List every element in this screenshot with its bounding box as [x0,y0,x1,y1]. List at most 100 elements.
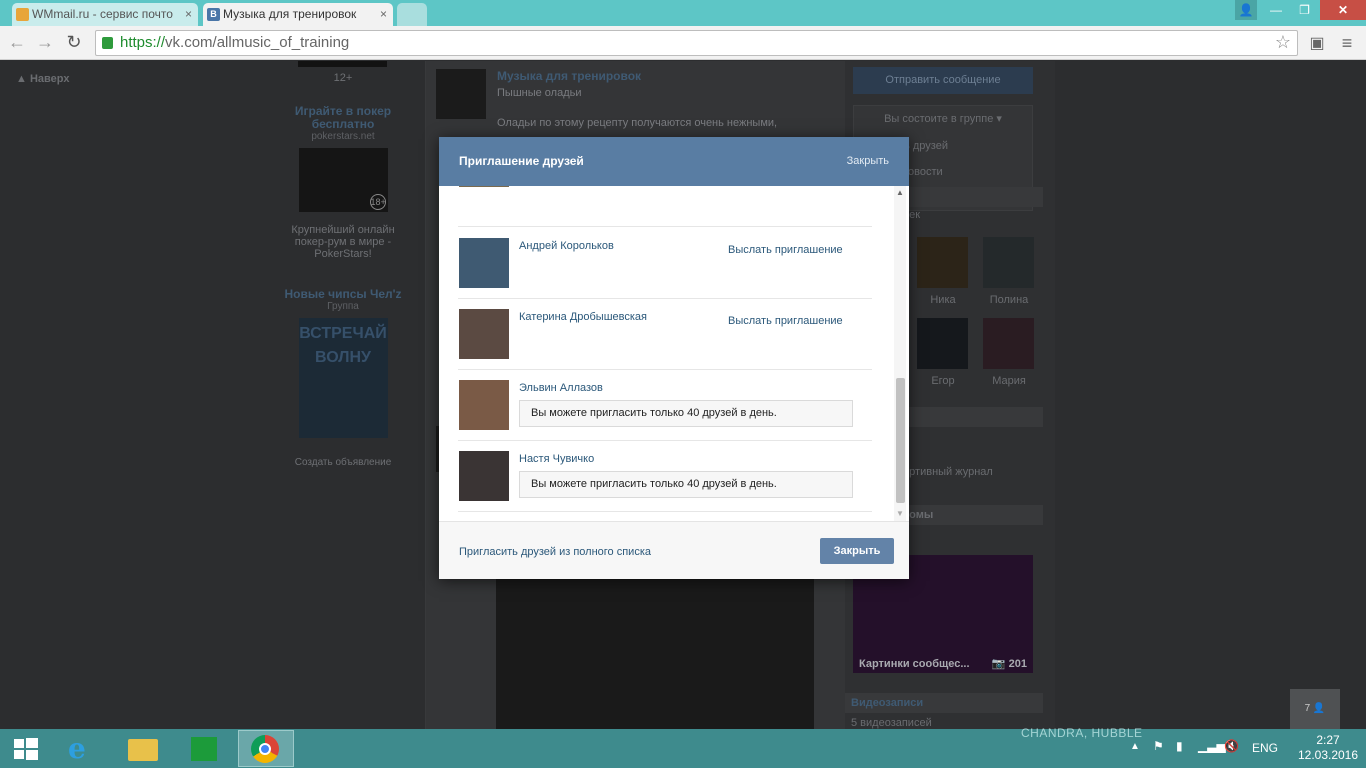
forward-arrow-icon[interactable]: → [34,32,56,54]
friend-name[interactable]: Эльвин Аллазов [519,382,603,394]
invite-limit-message: Вы можете пригласить только 40 друзей в … [519,400,853,427]
volume-muted-icon[interactable]: 🔇 [1224,739,1239,753]
clock-date: 12.03.2016 [1297,748,1359,762]
post-image[interactable] [496,579,814,729]
friend-egor[interactable]: Егор [917,318,969,387]
ad-title: Новые чипсы Чел'z [284,287,402,301]
friend-row: Эльвин Аллазов Вы можете пригласить толь… [458,370,872,441]
post-author[interactable]: Музыка для тренировок [497,69,641,83]
profile-icon[interactable]: 👤 [1235,0,1257,20]
close-button[interactable]: Закрыть [820,538,894,564]
dialog-close-link[interactable]: Закрыть [847,155,889,167]
browser-toolbar: ← → ↻ https://vk.com/allmusic_of_trainin… [0,26,1366,60]
scrollbar[interactable]: ▲ ▼ [894,186,906,521]
tab-vk-music[interactable]: В Музыка для тренировок × [203,3,393,26]
tab-close-icon[interactable]: × [185,3,192,25]
close-window-icon[interactable]: ✕ [1320,0,1366,20]
invite-friends-dialog: Приглашение друзей Закрыть Андрей Король… [439,137,909,579]
file-explorer-icon[interactable] [116,730,172,767]
tab-wmmail[interactable]: WMmail.ru - сервис почто × [12,3,198,26]
friend-maria[interactable]: Мария [983,318,1035,387]
friend-name: Полина [989,294,1029,306]
chips-image: ВСТРЕЧАЙ ВОЛНУ [298,318,388,438]
ad-subtitle: Группа [327,301,359,312]
internet-explorer-icon[interactable]: e [54,730,110,767]
friend-row: Катерина Дробышевская Выслать приглашени… [458,299,872,370]
friend-polina[interactable]: Полина [983,237,1035,306]
language-indicator[interactable]: ENG [1252,741,1278,755]
windows-taskbar: e ▲ ⚑ ▮ ▁▃▅ 🔇 ENG 2:27 12.03.2016 [0,729,1366,768]
ad-text: Крупнейший онлайн покер-рум в мире - Pok… [291,224,395,260]
scroll-down-arrow-icon[interactable]: ▼ [894,509,906,519]
dialog-header: Приглашение друзей Закрыть [439,137,909,186]
friend-nika[interactable]: Ника [917,237,969,306]
lock-icon [102,37,113,49]
extension-icon[interactable]: ▣ [1307,33,1327,53]
friend-name: Ника [930,294,956,306]
ad-domain: pokerstars.net [311,131,375,142]
pokerstars-image: 18+ [298,148,388,212]
post-text: Оладьи по этому рецепту получаются очень… [497,117,778,129]
friend-avatar[interactable] [459,309,509,359]
action-center-icon[interactable]: ⚑ [1153,739,1164,753]
browser-tab-bar: WMmail.ru - сервис почто × В Музыка для … [0,0,1366,26]
bookmark-star-icon[interactable]: ☆ [1275,32,1291,53]
friend-avatar[interactable] [459,380,509,430]
maximize-icon[interactable]: ❐ [1291,0,1318,20]
ad-image-partial [298,61,387,67]
scrollbar-thumb[interactable] [896,378,905,503]
send-invite-link[interactable]: Выслать приглашение [728,244,843,256]
new-tab-button[interactable] [397,3,427,26]
age-badge: 18+ [369,194,386,210]
vk-favicon-icon: В [207,8,220,21]
tab-label: Музыка для тренировок [223,7,357,21]
videos-count: 5 видеозаписей [851,717,932,729]
friend-avatar[interactable] [459,451,509,501]
ad-title: Играйте в покер бесплатно [294,104,392,131]
friend-name[interactable]: Настя Чувичко [519,453,594,465]
battery-icon[interactable]: ▮ [1176,739,1183,753]
age-label: 12+ [333,72,353,84]
tab-close-icon[interactable]: × [380,3,387,25]
scroll-up-arrow-icon[interactable]: ▲ [894,188,906,198]
online-friends-counter[interactable]: 7 👤 [1290,689,1340,729]
network-signal-icon[interactable]: ▁▃▅ [1198,739,1226,753]
invite-full-list-link[interactable]: Пригласить друзей из полного списка [459,546,651,558]
scroll-top-link[interactable]: ▲ Наверх [16,73,69,85]
wmmail-favicon-icon [16,8,29,21]
ad-poker[interactable]: Играйте в покер бесплатно pokerstars.net… [283,104,403,261]
avatar [983,318,1034,369]
back-arrow-icon[interactable]: ← [6,32,28,54]
friend-name[interactable]: Катерина Дробышевская [519,311,647,323]
videos-header[interactable]: Видеозаписи [845,693,1043,713]
friend-name: Мария [992,375,1026,387]
dialog-footer: Пригласить друзей из полного списка Закр… [439,521,909,579]
create-ad-link[interactable]: Создать объявление [283,457,403,468]
system-clock[interactable]: 2:27 12.03.2016 [1292,733,1364,763]
dialog-title: Приглашение друзей [459,154,584,168]
avatar [917,237,968,288]
friend-row: Настя Чувичко Вы можете пригласить тольк… [458,441,872,512]
minimize-icon[interactable]: — [1262,0,1290,20]
friend-name[interactable]: Андрей Корольков [519,240,614,252]
url-text: https://vk.com/allmusic_of_training [120,34,350,51]
send-message-button[interactable]: Отправить сообщение [853,67,1033,94]
journal-link[interactable]: ...ртивный журнал [900,466,993,478]
tray-overflow-icon[interactable]: ▲ [1130,741,1140,752]
friend-avatar[interactable] [459,238,509,288]
wallpaper-watermark: CHANDRA, HUBBLE [1021,726,1143,740]
chrome-icon[interactable] [238,730,294,767]
friends-list: Андрей Корольков Выслать приглашение Кат… [439,186,909,521]
store-icon[interactable] [177,730,233,767]
avatar [917,318,968,369]
membership-status[interactable]: Вы состоите в группе ▾ [854,106,1032,133]
send-invite-link[interactable]: Выслать приглашение [728,315,843,327]
reload-icon[interactable]: ↻ [63,32,85,54]
friend-avatar [459,186,509,187]
group-avatar[interactable] [436,69,486,119]
menu-icon[interactable]: ≡ [1337,33,1357,53]
address-bar[interactable]: https://vk.com/allmusic_of_training ☆ [95,30,1298,56]
album-caption: Картинки сообщес... [859,658,970,670]
ad-chips[interactable]: Новые чипсы Чел'z Группа ВСТРЕЧАЙ ВОЛНУ [283,288,403,438]
windows-start-icon[interactable] [0,730,56,767]
